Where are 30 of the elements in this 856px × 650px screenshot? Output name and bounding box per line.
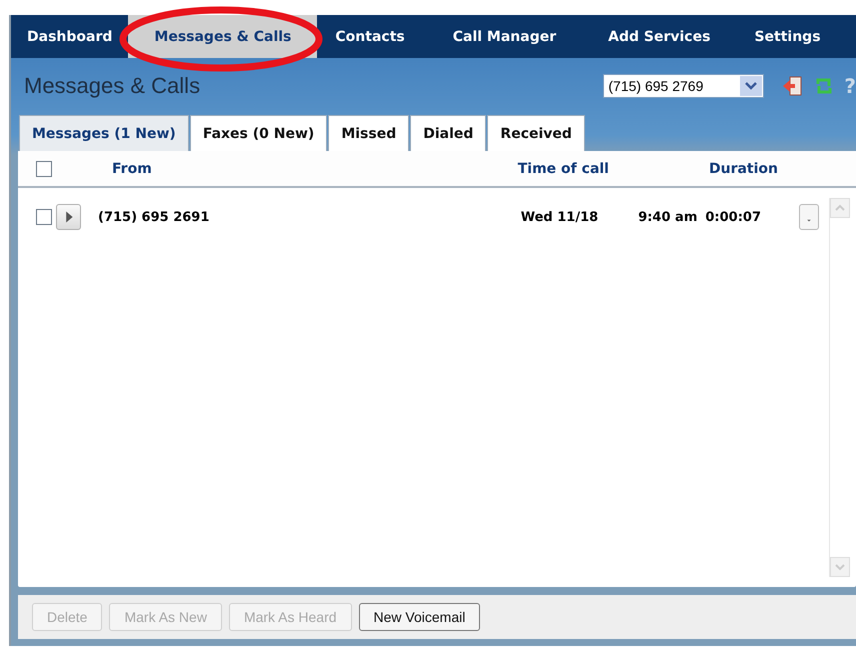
- scroll-down-icon[interactable]: [830, 557, 850, 577]
- tab[interactable]: Faxes (0 New): [190, 115, 328, 151]
- page-title: Messages & Calls: [24, 73, 202, 99]
- tab[interactable]: Dialed: [410, 115, 486, 151]
- table-cell: 9:40 am: [638, 210, 698, 224]
- row-checkbox[interactable]: [36, 209, 52, 225]
- table-cell: (715) 695 2691: [98, 210, 210, 224]
- tab[interactable]: Received: [487, 115, 585, 151]
- tab[interactable]: Messages (1 New): [19, 115, 189, 151]
- nav-tab[interactable]: Contacts: [317, 15, 423, 58]
- column-header: Time of call: [518, 160, 609, 176]
- row-menu-button[interactable]: [799, 204, 819, 230]
- table-cell: Wed 11/18: [520, 210, 598, 224]
- line-select[interactable]: (715) 695 2769: [603, 74, 764, 98]
- column-header: Duration: [708, 160, 778, 176]
- nav-tab[interactable]: Add Services: [586, 15, 732, 58]
- table-cell: 0:00:07: [705, 210, 761, 224]
- nav-tab[interactable]: Settings: [732, 15, 843, 58]
- nav-tab[interactable]: Call Manager: [422, 15, 586, 58]
- column-header: From: [112, 160, 152, 176]
- action-button[interactable]: New Voicemail: [358, 603, 480, 631]
- tab[interactable]: Missed: [328, 115, 410, 151]
- scrollbar[interactable]: [829, 198, 852, 577]
- chevron-down-icon: [745, 82, 758, 90]
- scroll-up-icon[interactable]: [830, 198, 850, 218]
- refresh-icon[interactable]: [814, 76, 834, 96]
- play-button[interactable]: [56, 204, 81, 230]
- exit-door-icon[interactable]: [782, 75, 804, 97]
- nav-tab[interactable]: Dashboard: [11, 15, 128, 58]
- select-all-checkbox[interactable]: [36, 160, 52, 176]
